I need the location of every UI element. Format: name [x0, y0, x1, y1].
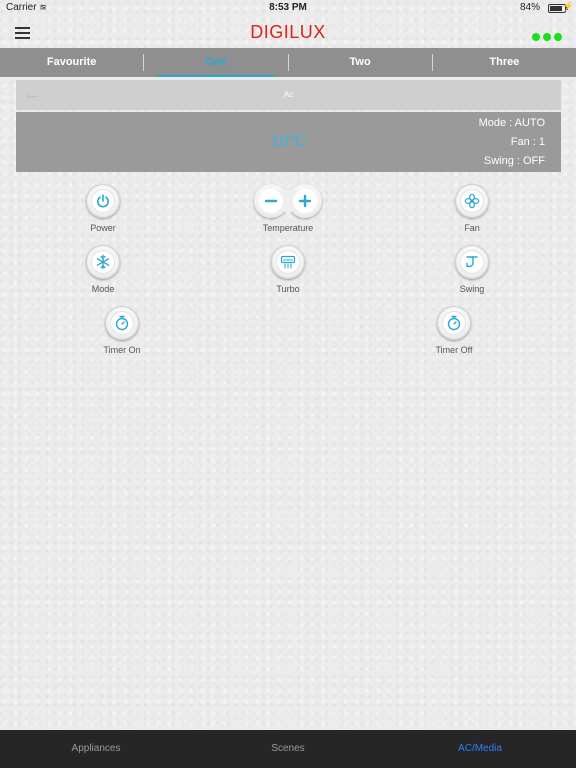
- power-icon: [91, 189, 115, 213]
- status-bar: Carrier ≊ 8:53 PM 84% ⚡: [0, 0, 576, 16]
- app-logo: DIGILUX: [250, 22, 326, 42]
- bottom-tab-bar: Appliances Scenes AC/Media: [0, 730, 576, 768]
- swing-label: Swing: [459, 284, 485, 294]
- charging-icon: ⚡: [562, 1, 574, 11]
- tab-one[interactable]: One: [144, 48, 287, 77]
- tab-three[interactable]: Three: [433, 48, 576, 77]
- stopwatch-icon: [110, 311, 134, 335]
- turbo-label: Turbo: [276, 284, 300, 294]
- fan-status: Fan : 1: [510, 136, 545, 148]
- ac-title-bar: ← Ac: [16, 80, 561, 110]
- device-title: Ac: [283, 90, 294, 99]
- fan-icon: [460, 189, 484, 213]
- temperature-readout: 16°C: [270, 133, 307, 150]
- power-label: Power: [90, 223, 116, 233]
- stopwatch-icon: [442, 311, 466, 335]
- timer-off-button[interactable]: [437, 306, 471, 340]
- swing-status: Swing : OFF: [483, 155, 545, 167]
- mode-label: Mode: [91, 284, 115, 294]
- tab-scenes[interactable]: Scenes: [192, 730, 384, 768]
- tab-favourite[interactable]: Favourite: [0, 48, 143, 77]
- power-button[interactable]: [86, 184, 120, 218]
- mode-button[interactable]: [86, 245, 120, 279]
- snowflake-icon: [91, 250, 115, 274]
- tab-two[interactable]: Two: [289, 48, 432, 77]
- turbo-button[interactable]: [271, 245, 305, 279]
- ac-display: 16°C Mode : AUTO Fan : 1 Swing : OFF: [16, 112, 561, 172]
- timer-on-label: Timer On: [103, 345, 141, 355]
- turbo-icon: [276, 250, 300, 274]
- status-time: 8:53 PM: [269, 2, 307, 13]
- room-tabs: Favourite One Two Three: [0, 48, 576, 77]
- swing-button[interactable]: [455, 245, 489, 279]
- timer-off-label: Timer Off: [435, 345, 473, 355]
- fan-button[interactable]: [455, 184, 489, 218]
- temperature-decrease-button[interactable]: [259, 189, 283, 213]
- timer-on-button[interactable]: [105, 306, 139, 340]
- more-options-icon[interactable]: [529, 28, 562, 46]
- swing-icon: [460, 250, 484, 274]
- tab-ac-media[interactable]: AC/Media: [384, 730, 576, 768]
- fan-label: Fan: [464, 223, 480, 233]
- temperature-label: Temperature: [262, 223, 314, 233]
- mode-status: Mode : AUTO: [478, 117, 545, 129]
- temperature-increase-button[interactable]: [293, 189, 317, 213]
- battery-percent: 84%: [519, 2, 540, 13]
- tab-appliances[interactable]: Appliances: [0, 730, 192, 768]
- temperature-stepper: [254, 184, 322, 218]
